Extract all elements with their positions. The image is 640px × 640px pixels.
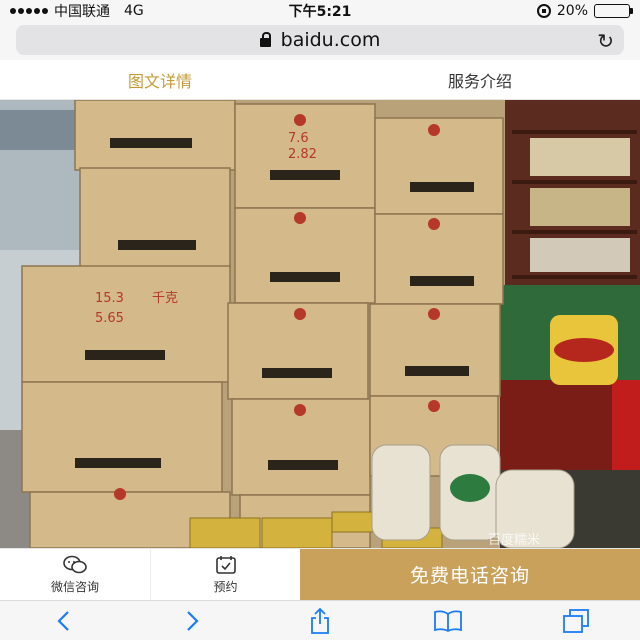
photo-illustration: 15.3 5.65 千克 7.6 2.82 百度糯米 — [0, 100, 640, 548]
booking-label: 预约 — [213, 579, 238, 594]
wechat-consult-label: 微信咨询 — [50, 579, 99, 594]
tabs-icon — [563, 608, 589, 633]
action-bar: 微信咨询 预约 免费电话咨询 — [0, 548, 640, 600]
clock: 下午5:21 — [288, 4, 352, 20]
browser-toolbar — [0, 600, 640, 640]
photo-watermark: 百度糯米 — [488, 532, 540, 548]
network-type: 4G — [124, 3, 144, 19]
box-label-unit: 千克 — [152, 291, 178, 306]
tab-bar: 图文详情 服务介绍 — [0, 60, 640, 100]
wechat-icon — [63, 555, 87, 573]
back-button[interactable] — [42, 605, 86, 637]
status-bar: 中国联通 4G 下午5:21 20% — [0, 0, 640, 22]
chevron-right-icon — [187, 610, 199, 631]
battery-icon — [594, 4, 633, 18]
box-label-weight-3: 7.6 — [288, 131, 309, 146]
free-call-button[interactable]: 免费电话咨询 — [300, 549, 640, 600]
product-photo: 15.3 5.65 千克 7.6 2.82 百度糯米 — [0, 100, 640, 548]
lock-icon — [259, 31, 271, 47]
box-label-weight-1: 15.3 — [95, 291, 124, 306]
chevron-left-icon — [57, 610, 69, 631]
box-label-weight-2: 5.65 — [95, 311, 124, 326]
tab-detail[interactable]: 图文详情 — [0, 60, 320, 99]
signal-strength-icon — [10, 8, 48, 14]
status-right: 20% — [380, 3, 633, 19]
box-label-weight-4: 2.82 — [288, 147, 317, 162]
tab-service[interactable]: 服务介绍 — [320, 60, 640, 99]
booking-button[interactable]: 预约 — [150, 549, 300, 600]
address-bar[interactable]: baidu.com ↻ — [16, 25, 624, 55]
rotation-lock-icon — [536, 4, 551, 18]
url-text: baidu.com — [280, 29, 381, 51]
calendar-icon — [215, 555, 236, 574]
status-left: 中国联通 4G — [10, 1, 260, 21]
carrier-name: 中国联通 — [54, 4, 110, 20]
address-bar-container: baidu.com ↻ — [0, 22, 640, 60]
bookmarks-button[interactable] — [426, 605, 470, 637]
share-icon — [311, 607, 329, 634]
share-button[interactable] — [298, 605, 342, 637]
wechat-consult-button[interactable]: 微信咨询 — [0, 549, 150, 600]
reload-icon[interactable]: ↻ — [597, 29, 614, 53]
forward-button[interactable] — [170, 605, 214, 637]
battery-percent: 20% — [556, 3, 588, 19]
book-icon — [434, 610, 462, 632]
tabs-button[interactable] — [554, 605, 598, 637]
